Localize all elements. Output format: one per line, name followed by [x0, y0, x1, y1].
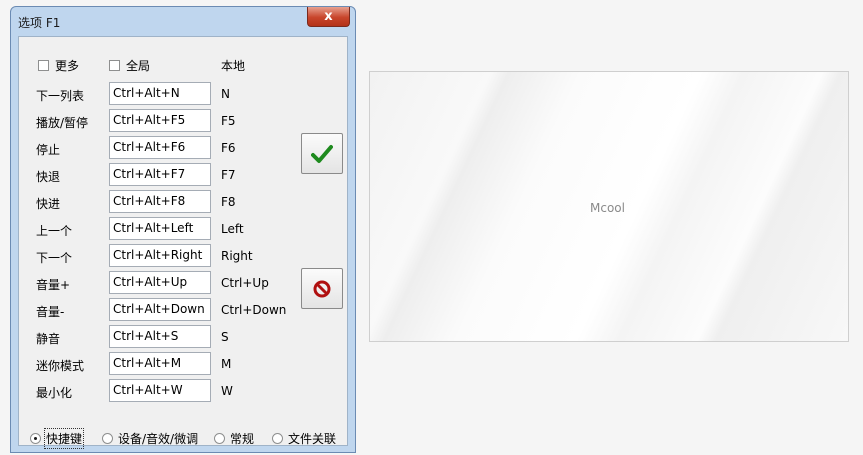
global-checkbox-label: 全局 — [126, 59, 151, 73]
hotkey-label: 最小化 — [36, 386, 73, 400]
hotkey-row: 快进 Ctrl+Alt+F8 F8 — [19, 190, 349, 215]
hotkey-label: 音量+ — [36, 278, 71, 292]
window-title: 选项 F1 — [18, 16, 61, 30]
global-hotkey-input[interactable]: Ctrl+Alt+N — [109, 82, 211, 105]
hotkey-row: 下一个 Ctrl+Alt+Right Right — [19, 244, 349, 269]
ok-button[interactable] — [301, 133, 343, 174]
tab-hotkeys-label: 快捷键 — [43, 428, 85, 449]
global-hotkey-input[interactable]: Ctrl+Alt+Up — [109, 271, 211, 294]
global-checkbox-box[interactable] — [109, 60, 120, 71]
hotkey-row: 音量- Ctrl+Alt+Down Ctrl+Down — [19, 298, 349, 323]
global-hotkey-input[interactable]: Ctrl+Alt+F7 — [109, 163, 211, 186]
tab-device-audio[interactable]: 设备/音效/微调 — [102, 430, 198, 447]
global-hotkey-input[interactable]: Ctrl+Alt+Down — [109, 298, 211, 321]
tab-file-association[interactable]: 文件关联 — [272, 430, 336, 447]
local-hotkey-value: F6 — [221, 141, 236, 155]
close-icon: x — [324, 9, 333, 24]
close-button[interactable]: x — [307, 7, 350, 27]
local-hotkey-value: F7 — [221, 168, 236, 182]
more-checkbox-label: 更多 — [55, 59, 80, 73]
hotkey-label: 下一列表 — [36, 89, 85, 103]
local-hotkey-value: F5 — [221, 114, 236, 128]
global-checkbox[interactable]: 全局 — [109, 57, 150, 74]
dialog-client-area: 更多 全局 本地 下一列表 Ctrl+Alt+N N 播放/暂停 Ctrl+Al… — [18, 36, 349, 449]
hotkey-row: 快退 Ctrl+Alt+F7 F7 — [19, 163, 349, 188]
options-dialog: 选项 F1 x 更多 全局 本地 下一列表 Ctrl+Alt+N N 播放/暂停… — [10, 6, 356, 453]
hotkey-row: 下一列表 Ctrl+Alt+N N — [19, 82, 349, 107]
hotkey-row: 音量+ Ctrl+Alt+Up Ctrl+Up — [19, 271, 349, 296]
local-hotkey-value: W — [221, 384, 233, 398]
hotkey-label: 音量- — [36, 305, 65, 319]
hotkey-row: 迷你模式 Ctrl+Alt+M M — [19, 352, 349, 377]
hotkey-label: 停止 — [36, 143, 61, 157]
hotkey-label: 迷你模式 — [36, 359, 85, 373]
tab-device-audio-radio[interactable] — [102, 433, 113, 444]
global-hotkey-input[interactable]: Ctrl+Alt+M — [109, 352, 211, 375]
no-entry-icon — [313, 280, 331, 297]
tab-hotkeys[interactable]: 快捷键 — [30, 428, 85, 449]
global-hotkey-input[interactable]: Ctrl+Alt+F8 — [109, 190, 211, 213]
global-hotkey-input[interactable]: Ctrl+Alt+Left — [109, 217, 211, 240]
title-bar[interactable]: 选项 F1 x — [11, 7, 355, 35]
tab-general-label: 常规 — [230, 432, 255, 446]
more-checkbox-box[interactable] — [38, 60, 49, 71]
local-hotkey-value: M — [221, 357, 232, 371]
global-hotkey-input[interactable]: Ctrl+Alt+S — [109, 325, 211, 348]
global-hotkey-input[interactable]: Ctrl+Alt+F6 — [109, 136, 211, 159]
global-hotkey-input[interactable]: Ctrl+Alt+Right — [109, 244, 211, 267]
tab-file-association-radio[interactable] — [272, 433, 283, 444]
local-column-header: 本地 — [221, 59, 246, 73]
cancel-button[interactable] — [301, 268, 343, 309]
hotkey-row: 停止 Ctrl+Alt+F6 F6 — [19, 136, 349, 161]
hotkey-label: 快退 — [36, 170, 61, 184]
hotkey-label: 快进 — [36, 197, 61, 211]
local-hotkey-value: Ctrl+Down — [221, 303, 287, 317]
hotkey-label: 上一个 — [36, 224, 73, 238]
hotkey-row: 最小化 Ctrl+Alt+W W — [19, 379, 349, 404]
player-preview: Mcool — [369, 71, 849, 342]
hotkey-label: 静音 — [36, 332, 61, 346]
mcool-logo: Mcool — [590, 201, 625, 215]
more-checkbox[interactable]: 更多 — [38, 57, 79, 74]
tab-general-radio[interactable] — [214, 433, 225, 444]
local-hotkey-value: F8 — [221, 195, 236, 209]
tab-general[interactable]: 常规 — [214, 430, 254, 447]
hotkey-label: 下一个 — [36, 251, 73, 265]
local-hotkey-value: S — [221, 330, 229, 344]
hotkey-label: 播放/暂停 — [36, 116, 89, 130]
tab-device-audio-label: 设备/音效/微调 — [118, 432, 199, 446]
hotkey-row: 静音 Ctrl+Alt+S S — [19, 325, 349, 350]
hotkey-row: 上一个 Ctrl+Alt+Left Left — [19, 217, 349, 242]
tab-hotkeys-radio[interactable] — [30, 433, 41, 444]
check-icon — [311, 144, 333, 163]
tab-file-association-label: 文件关联 — [288, 432, 337, 446]
local-hotkey-value: Left — [221, 222, 244, 236]
hotkey-row: 播放/暂停 Ctrl+Alt+F5 F5 — [19, 109, 349, 134]
local-hotkey-value: Right — [221, 249, 253, 263]
global-hotkey-input[interactable]: Ctrl+Alt+F5 — [109, 109, 211, 132]
local-hotkey-value: Ctrl+Up — [221, 276, 269, 290]
global-hotkey-input[interactable]: Ctrl+Alt+W — [109, 379, 211, 402]
local-hotkey-value: N — [221, 87, 230, 101]
